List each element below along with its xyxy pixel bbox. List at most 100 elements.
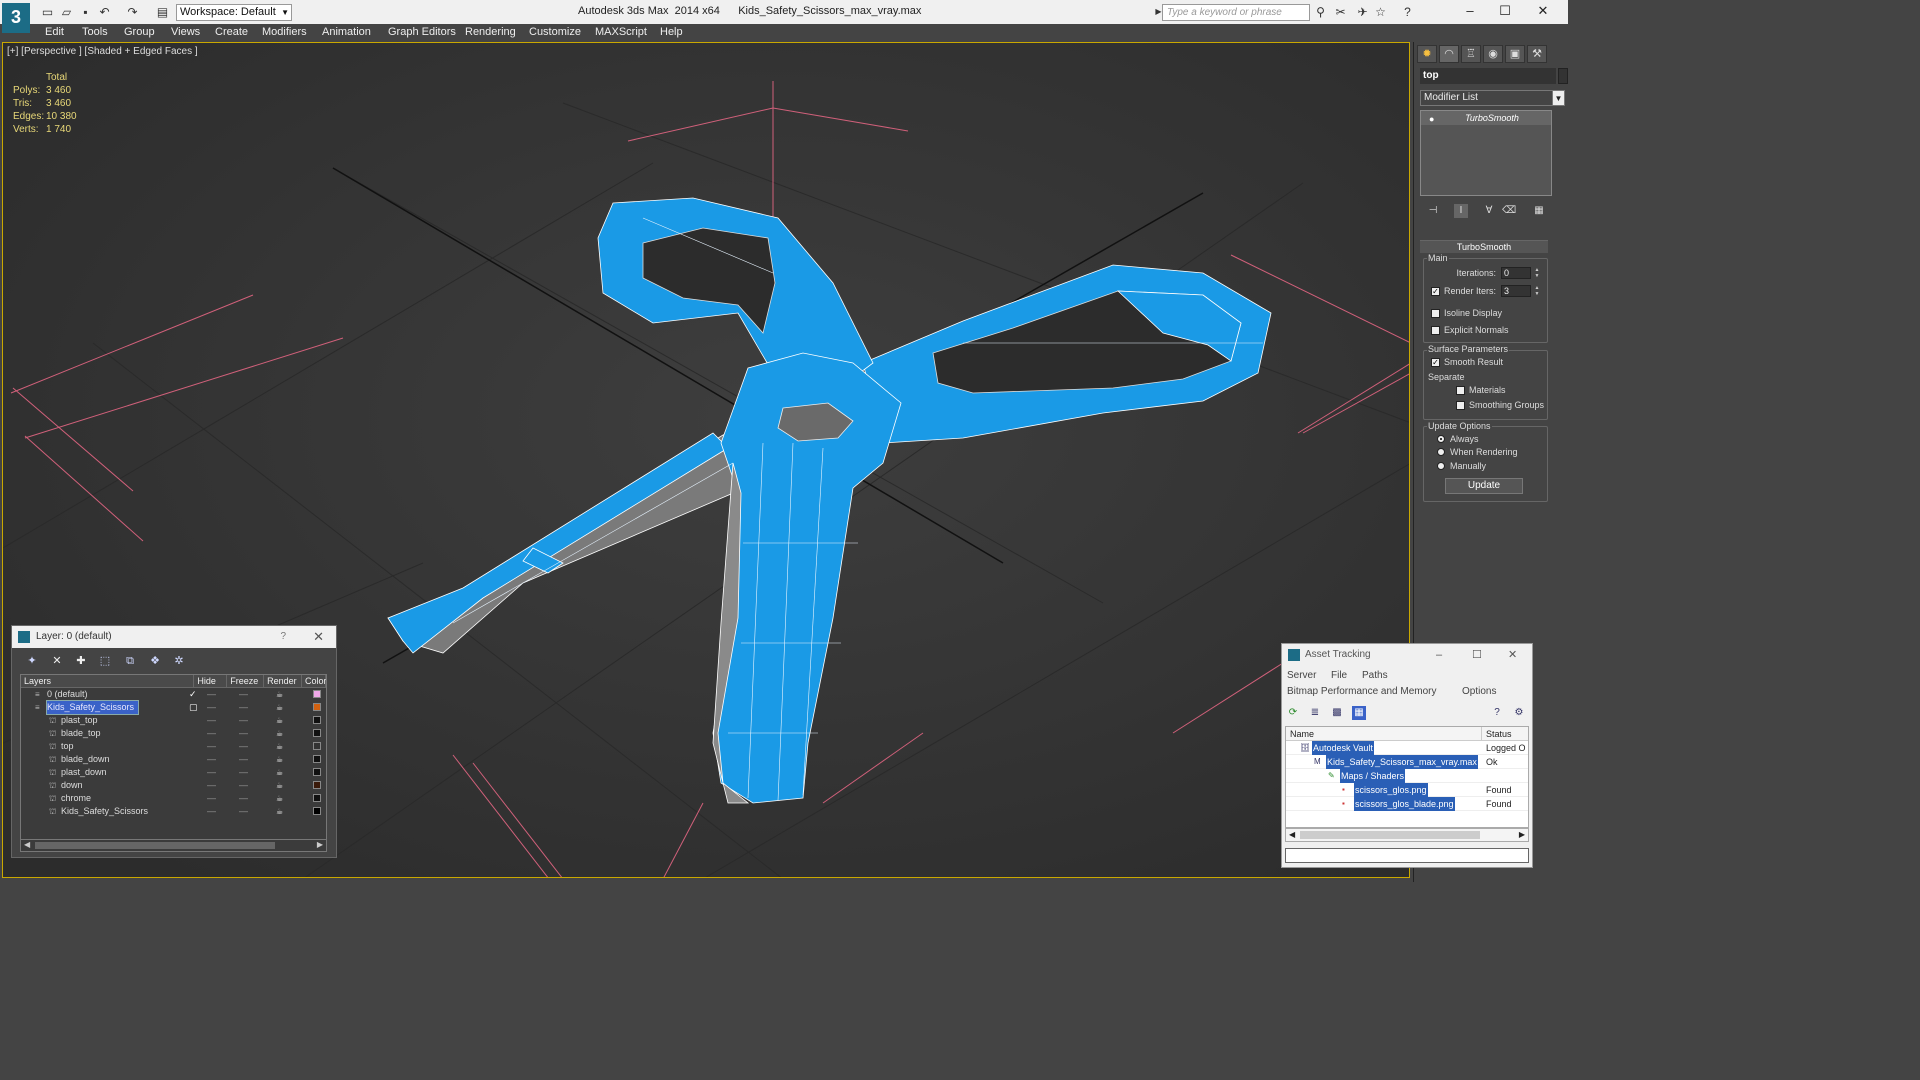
asset-row[interactable]: M Kids_Safety_Scissors_max_vray.max Ok — [1286, 755, 1528, 769]
layer-row[interactable]: ⛫ blade_down — — ☕ — [21, 753, 326, 766]
hide-toggle[interactable]: — — [207, 701, 216, 714]
asset-name[interactable]: Autodesk Vault — [1312, 741, 1374, 755]
table-view-icon[interactable]: ▦ — [1352, 706, 1366, 720]
hide-toggle[interactable]: — — [207, 792, 216, 805]
workspace-select[interactable]: Workspace: Default ▼ — [176, 4, 292, 21]
render-iters-checkbox[interactable]: ✓ — [1431, 287, 1440, 296]
menu-server[interactable]: Server — [1287, 670, 1316, 681]
lightbulb-icon[interactable]: ● — [1429, 112, 1434, 126]
asset-name[interactable]: Kids_Safety_Scissors_max_vray.max — [1326, 755, 1478, 769]
object-color-swatch[interactable] — [1558, 68, 1568, 84]
freeze-toggle[interactable]: — — [239, 727, 248, 740]
binoculars-icon[interactable]: ⚲ — [1313, 5, 1328, 19]
menu-options[interactable]: Options — [1462, 686, 1496, 697]
hide-toggle[interactable]: — — [207, 805, 216, 818]
scroll-thumb[interactable] — [35, 842, 275, 849]
asset-path-field[interactable] — [1285, 848, 1529, 863]
isoline-display-checkbox[interactable] — [1431, 309, 1440, 318]
layer-name[interactable]: top — [61, 740, 78, 753]
open-file-icon[interactable]: ▱ — [59, 5, 74, 19]
menu-edit[interactable]: Edit — [45, 26, 64, 38]
column-header[interactable]: Status — [1482, 727, 1512, 740]
close-icon[interactable]: ✕ — [313, 626, 324, 648]
create-layer-icon[interactable]: ✦ — [24, 654, 40, 668]
render-teapot-icon[interactable]: ☕ — [276, 779, 283, 792]
layer-name[interactable]: Kids_Safety_Scissors — [61, 805, 152, 818]
hide-toggle[interactable]: — — [207, 714, 216, 727]
delete-layer-icon[interactable]: ✕ — [49, 654, 65, 668]
layer-name[interactable]: plast_top — [61, 714, 102, 727]
hide-all-icon[interactable]: ❖ — [147, 654, 163, 668]
layer-scrollbar[interactable]: ◀ ▶ — [20, 839, 327, 852]
select-objects-icon[interactable]: ⬚ — [97, 654, 113, 668]
freeze-toggle[interactable]: — — [239, 753, 248, 766]
menu-animation[interactable]: Animation — [322, 26, 371, 38]
help-button[interactable]: ? — [280, 626, 286, 648]
favorites-star-icon[interactable]: ☆ — [1373, 5, 1388, 19]
menu-graph-editors[interactable]: Graph Editors — [388, 26, 456, 38]
layer-row[interactable]: ⛫ Kids_Safety_Scissors — — ☕ — [21, 805, 326, 818]
layer-name[interactable]: blade_top — [61, 727, 105, 740]
layer-name[interactable]: chrome — [61, 792, 95, 805]
column-header[interactable]: Render — [264, 675, 302, 687]
maximize-button[interactable]: ☐ — [1490, 2, 1520, 22]
freeze-toggle[interactable]: — — [239, 766, 248, 779]
explicit-normals-checkbox[interactable] — [1431, 326, 1440, 335]
render-iters-spinner[interactable]: 3 — [1501, 285, 1531, 297]
close-button[interactable]: ✕ — [1508, 644, 1517, 666]
save-file-icon[interactable]: ▪ — [78, 5, 93, 19]
layer-row[interactable]: ⛫ plast_down — — ☕ — [21, 766, 326, 779]
hide-toggle[interactable]: — — [207, 766, 216, 779]
set-current-box-icon[interactable]: ▢ — [189, 701, 198, 714]
menu-tools[interactable]: Tools — [82, 26, 108, 38]
configure-sets-icon[interactable]: ▦ — [1532, 204, 1546, 218]
menu-rendering[interactable]: Rendering — [465, 26, 516, 38]
render-teapot-icon[interactable]: ☕ — [276, 727, 283, 740]
render-teapot-icon[interactable]: ☕ — [276, 714, 283, 727]
column-header[interactable]: Name — [1286, 727, 1482, 740]
scroll-thumb[interactable] — [1300, 831, 1480, 839]
layer-row[interactable]: ⛫ plast_top — — ☕ — [21, 714, 326, 727]
menu-help[interactable]: Help — [660, 26, 683, 38]
hierarchy-tab-icon[interactable]: ♖ — [1461, 45, 1481, 63]
make-unique-icon[interactable]: ∀ — [1482, 204, 1496, 218]
layer-name[interactable]: down — [61, 779, 87, 792]
asset-name[interactable]: Maps / Shaders — [1340, 769, 1406, 783]
thumbnail-view-icon[interactable]: ▩ — [1330, 706, 1344, 720]
menu-modifiers[interactable]: Modifiers — [262, 26, 307, 38]
layer-row[interactable]: ≡ 0 (default) ✓ — — ☕ — [21, 688, 326, 701]
freeze-toggle[interactable]: — — [239, 792, 248, 805]
freeze-toggle[interactable]: — — [239, 688, 248, 701]
smooth-result-checkbox[interactable]: ✓ — [1431, 358, 1440, 367]
update-button[interactable]: Update — [1445, 478, 1523, 494]
column-header[interactable]: Freeze — [227, 675, 265, 687]
pin-stack-icon[interactable]: ⊣ — [1426, 204, 1440, 218]
utilities-tab-icon[interactable]: ⚒ — [1527, 45, 1547, 63]
scroll-left-icon[interactable]: ◀ — [24, 840, 30, 849]
add-to-layer-icon[interactable]: ✚ — [73, 654, 89, 668]
layer-color-swatch[interactable] — [313, 755, 321, 763]
create-tab-icon[interactable]: ✹ — [1417, 45, 1437, 63]
highlight-layer-icon[interactable]: ⧉ — [122, 654, 138, 668]
layer-color-swatch[interactable] — [313, 716, 321, 724]
layer-color-swatch[interactable] — [313, 729, 321, 737]
always-radio[interactable] — [1437, 435, 1445, 443]
motion-tab-icon[interactable]: ◉ — [1483, 45, 1503, 63]
column-header[interactable]: Hide — [194, 675, 228, 687]
menu-maxscript[interactable]: MAXScript — [595, 26, 647, 38]
layer-name[interactable]: plast_down — [61, 766, 111, 779]
when-rendering-radio[interactable] — [1437, 448, 1445, 456]
subscription-icon[interactable]: ✂ — [1333, 5, 1348, 19]
asset-row[interactable]: 🗄 Autodesk Vault Logged O — [1286, 741, 1528, 755]
menu-group[interactable]: Group — [124, 26, 155, 38]
current-layer-checkmark-icon[interactable]: ✓ — [189, 688, 197, 701]
layer-row[interactable]: ⛫ blade_top — — ☕ — [21, 727, 326, 740]
maximize-button[interactable]: ☐ — [1472, 644, 1482, 666]
materials-checkbox[interactable] — [1456, 386, 1465, 395]
layer-color-swatch[interactable] — [313, 807, 321, 815]
spinner-arrows-icon[interactable]: ▲ ▼ — [1534, 267, 1540, 279]
help-icon[interactable]: ? — [1400, 5, 1415, 19]
help-icon[interactable]: ? — [1490, 706, 1504, 720]
scroll-right-icon[interactable]: ▶ — [1519, 830, 1525, 839]
hide-toggle[interactable]: — — [207, 753, 216, 766]
